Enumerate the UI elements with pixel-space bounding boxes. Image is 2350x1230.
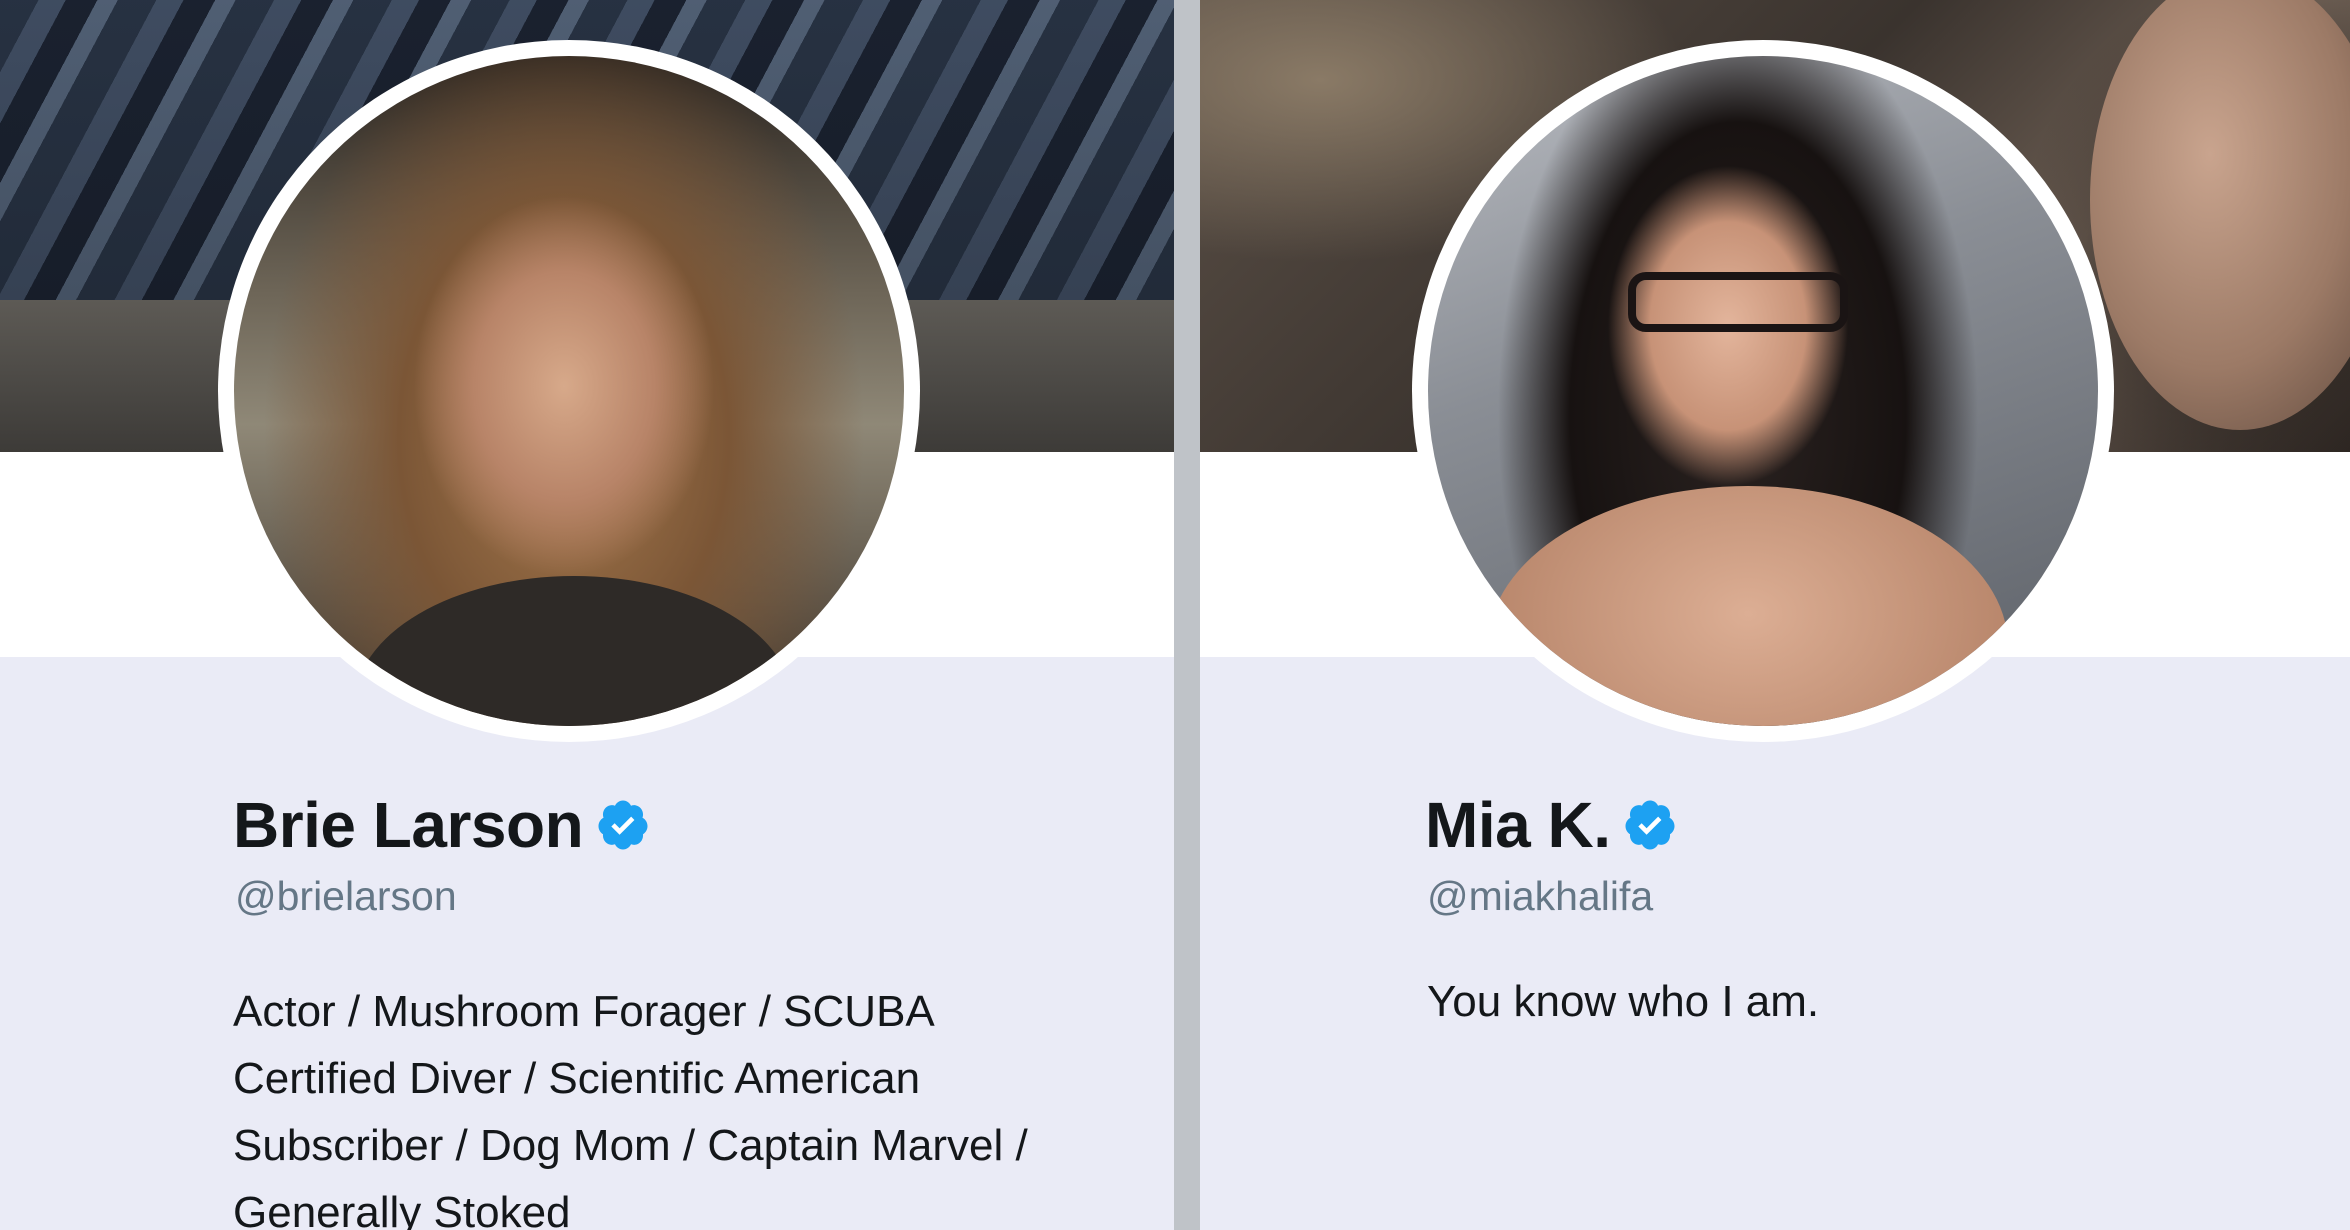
handle[interactable]: @brielarson [235, 873, 457, 920]
name-row: Mia K. [1425, 785, 1678, 865]
bio-line: Certified Diver / Scientific American [233, 1054, 921, 1103]
profile-card-mia-k: Mia K. @miakhalifa You know who I am. [1200, 0, 2350, 1230]
avatar[interactable] [218, 40, 920, 742]
verified-badge-icon [598, 800, 648, 850]
avatar-photo-glasses [1628, 272, 1848, 332]
verified-badge-icon [1625, 800, 1675, 850]
avatar-photo-body [1488, 486, 2008, 726]
bio-line: You know who I am. [1427, 977, 1820, 1026]
handle[interactable]: @miakhalifa [1427, 873, 1653, 920]
display-name: Brie Larson [233, 789, 584, 861]
name-row: Brie Larson [233, 785, 651, 865]
bio-line: Subscriber / Dog Mom / Captain Marvel / [233, 1121, 1028, 1170]
display-name: Mia K. [1425, 789, 1611, 861]
avatar[interactable] [1412, 40, 2114, 742]
profile-info-area [1200, 657, 2350, 1230]
avatar-photo [234, 56, 904, 726]
avatar-photo-body [354, 576, 794, 726]
bio-line: Actor / Mushroom Forager / SCUBA [233, 987, 935, 1036]
profile-card-brie-larson: Brie Larson @brielarson Actor / Mushroom… [0, 0, 1174, 1230]
bio: You know who I am. [1427, 968, 2287, 1035]
avatar-photo [1428, 56, 2098, 726]
banner-photo-detail [2090, 0, 2350, 430]
bio: Actor / Mushroom Forager / SCUBA Certifi… [233, 978, 1093, 1230]
bio-line: Generally Stoked [233, 1188, 571, 1230]
